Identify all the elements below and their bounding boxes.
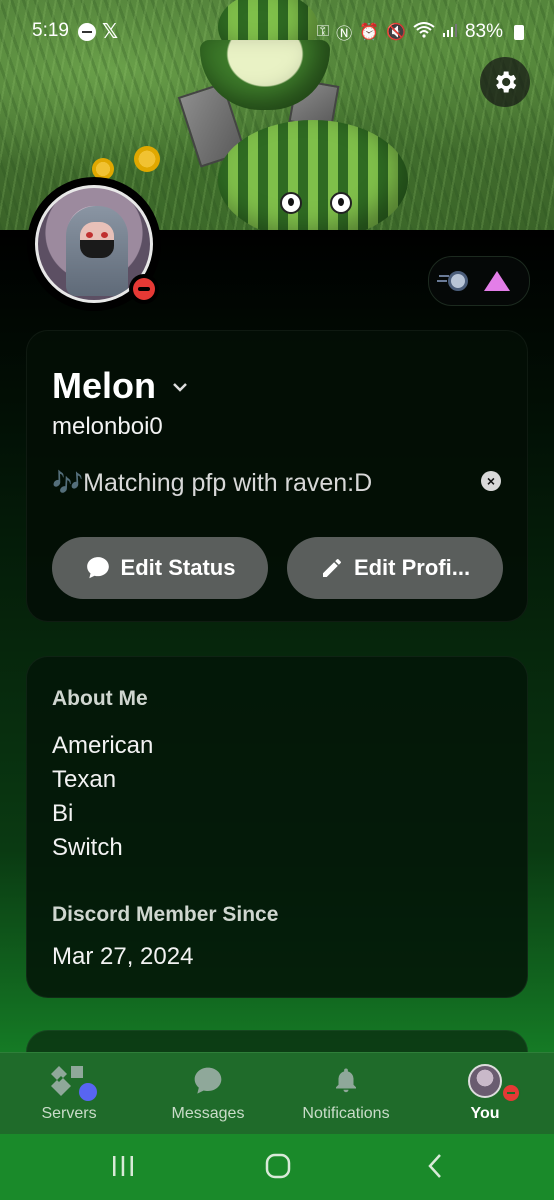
chat-bubble-icon: [86, 557, 109, 579]
mini-avatar: [468, 1064, 502, 1098]
badges-pill[interactable]: [428, 256, 530, 306]
about-line: Switch: [52, 834, 123, 861]
gear-icon: [496, 71, 517, 93]
edit-profile-button[interactable]: Edit Profi...: [287, 537, 503, 599]
mute-icon: 🔇: [386, 24, 406, 41]
bottom-navigation: Servers Messages Notifications You: [0, 1052, 554, 1135]
key-icon: ⚿: [316, 23, 330, 40]
dnd-icon: [133, 278, 155, 300]
custom-status[interactable]: 🎶Matching pfp with raven:D: [52, 469, 372, 498]
edit-profile-label: Edit Profi...: [353, 555, 471, 580]
nitro-badge-icon[interactable]: [437, 271, 468, 291]
dnd-status-badge: [129, 274, 159, 304]
about-me-heading: About Me: [52, 687, 148, 710]
custom-status-text: Matching pfp with raven:D: [83, 469, 373, 497]
status-time: 5:19: [32, 20, 69, 41]
music-notes-icon: 🎶: [52, 469, 84, 497]
mini-dnd-badge: [501, 1083, 521, 1103]
nav-you-label: You: [470, 1105, 500, 1122]
flower-decor: [134, 146, 160, 172]
system-navigation-bar: [0, 1134, 554, 1200]
about-line: American: [52, 732, 154, 759]
settings-button[interactable]: [480, 57, 530, 107]
servers-icon: [9, 1063, 129, 1101]
nav-notifications[interactable]: Notifications: [286, 1063, 406, 1123]
nav-you[interactable]: You: [425, 1063, 545, 1123]
nav-messages[interactable]: Messages: [148, 1063, 268, 1123]
battery-icon: [514, 24, 524, 40]
unread-dot: [79, 1083, 97, 1101]
alarm-icon: ⏰: [359, 24, 380, 41]
member-since-date: Mar 27, 2024: [52, 943, 194, 970]
you-avatar: [425, 1063, 545, 1103]
dnd-icon: [503, 1085, 519, 1101]
edit-status-label: Edit Status: [120, 555, 236, 580]
nav-servers[interactable]: Servers: [9, 1063, 129, 1123]
back-icon: [428, 1154, 441, 1178]
display-name[interactable]: Melon: [52, 365, 156, 407]
melon-eye: [330, 192, 352, 214]
back-button[interactable]: [420, 1148, 450, 1184]
wifi-icon: [413, 21, 435, 43]
melon-eye: [280, 192, 302, 214]
home-icon: [265, 1153, 291, 1179]
chevron-down-icon[interactable]: [172, 377, 188, 398]
about-line: Texan: [52, 766, 117, 793]
recent-apps-button[interactable]: [108, 1148, 138, 1184]
bell-icon: [286, 1063, 406, 1099]
profile-identity-card: Melon melonboi0 🎶Matching pfp with raven…: [26, 330, 528, 622]
username: melonboi0: [52, 413, 163, 440]
nav-messages-label: Messages: [171, 1105, 245, 1122]
pencil-icon: [322, 559, 341, 577]
clear-status-icon[interactable]: ×: [481, 471, 501, 491]
system-status-bar: 5:19 𝕏 ⚿ Ⓝ ⏰ 🔇 83%: [0, 18, 554, 48]
avatar-eye: [86, 232, 93, 238]
home-button[interactable]: [262, 1148, 294, 1184]
avatar-eye: [101, 232, 108, 238]
x-logo-icon: 𝕏: [102, 21, 119, 43]
about-me-text: American Texan Bi Switch: [52, 729, 153, 865]
nav-notifications-label: Notifications: [302, 1105, 390, 1122]
messages-icon: [148, 1063, 268, 1099]
status-right-icons: ⚿ Ⓝ ⏰ 🔇 83%: [317, 20, 524, 44]
nav-servers-label: Servers: [41, 1105, 97, 1122]
battery-percent: 83%: [464, 21, 503, 42]
recent-apps-icon: [113, 1156, 133, 1176]
dnd-icon: [78, 23, 96, 41]
about-line: Bi: [52, 800, 74, 827]
watermelon-face: [218, 120, 408, 230]
signal-icon: [442, 22, 458, 43]
member-since-heading: Discord Member Since: [52, 903, 279, 926]
triangle-badge-icon[interactable]: [484, 271, 510, 291]
nfc-icon: Ⓝ: [336, 26, 353, 43]
avatar-mask: [80, 240, 114, 258]
edit-status-button[interactable]: Edit Status: [52, 537, 268, 599]
about-card: About Me American Texan Bi Switch Discor…: [26, 656, 528, 998]
